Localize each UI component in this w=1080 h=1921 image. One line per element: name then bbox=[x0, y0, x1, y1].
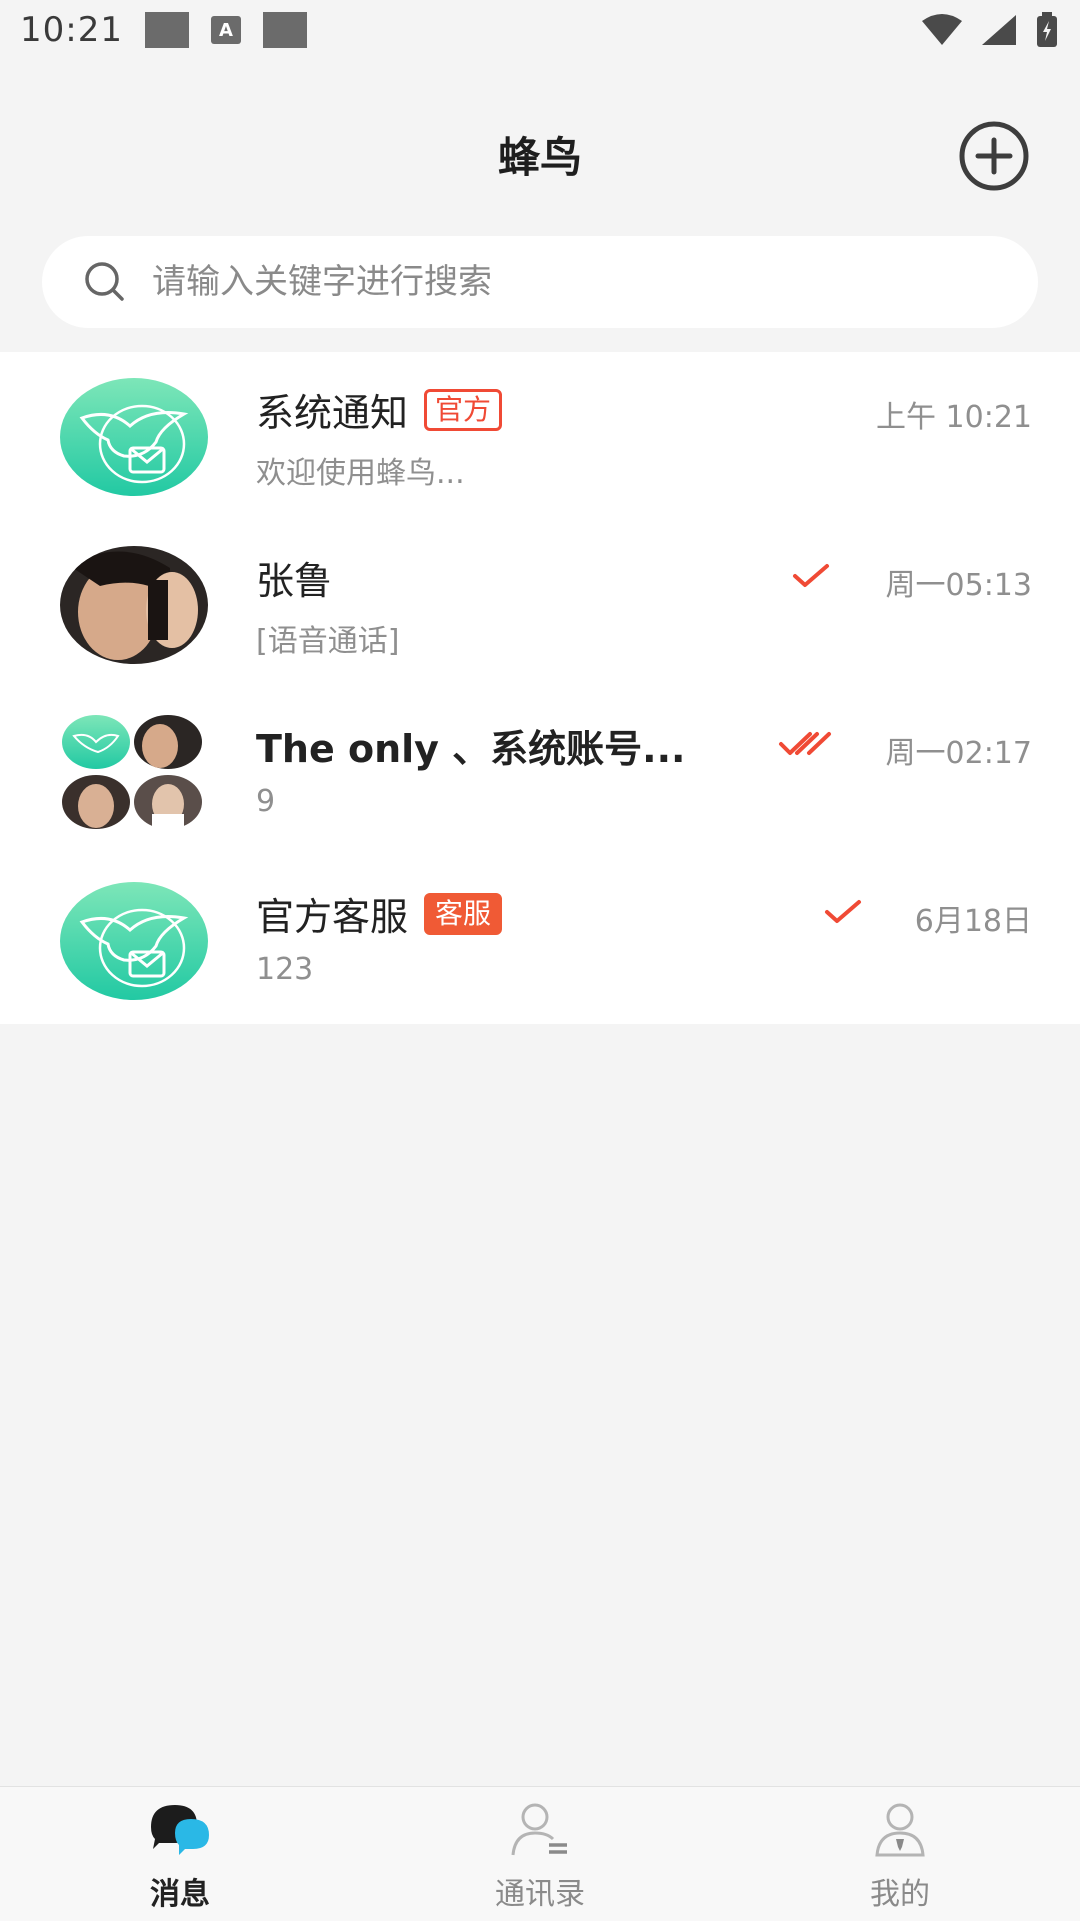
message-preview: 欢迎使用蜂鸟... bbox=[256, 456, 465, 491]
status-bar: 10:21 A bbox=[0, 0, 1080, 60]
conversation-name: 官方客服 bbox=[256, 895, 409, 939]
chat-bubbles-icon bbox=[151, 1805, 209, 1855]
message-time: 6月18日 bbox=[914, 904, 1032, 939]
bird-logo-icon bbox=[60, 882, 208, 1000]
search-input[interactable] bbox=[150, 261, 974, 303]
user-photo-icon bbox=[60, 546, 208, 664]
message-preview: 123 bbox=[256, 952, 314, 987]
message-time: 周一05:13 bbox=[885, 568, 1032, 603]
conversation-name: 系统通知 bbox=[256, 391, 409, 435]
signal-icon bbox=[982, 15, 1016, 45]
sent-check-icon bbox=[825, 900, 861, 923]
tab-label: 消息 bbox=[150, 1877, 210, 1912]
contacts-icon bbox=[511, 1803, 567, 1856]
conversation-list: 系统通知 官方 欢迎使用蜂鸟... 上午 10:21 张鲁 [语音通话] 周一0… bbox=[0, 352, 1080, 1024]
tab-label: 我的 bbox=[870, 1877, 930, 1912]
message-preview: [语音通话] bbox=[256, 624, 400, 659]
avatar bbox=[60, 882, 208, 1000]
notification-a-icon: A bbox=[210, 16, 241, 44]
read-double-check-icon bbox=[779, 732, 831, 755]
conversation-row-customer-service[interactable]: 官方客服 客服 123 6月18日 bbox=[0, 856, 1080, 1024]
conversation-name: The only 、系统账号... bbox=[256, 727, 686, 771]
bottom-tab-bar: 消息 通讯录 我的 bbox=[0, 1786, 1080, 1921]
sent-check-icon bbox=[793, 564, 829, 587]
message-time: 上午 10:21 bbox=[876, 400, 1032, 435]
conversation-row-system-notice[interactable]: 系统通知 官方 欢迎使用蜂鸟... 上午 10:21 bbox=[0, 352, 1080, 520]
service-badge: 客服 bbox=[424, 892, 503, 935]
add-button[interactable] bbox=[958, 120, 1030, 192]
group-avatar bbox=[60, 714, 208, 832]
conversation-name-row: 官方客服 客服 bbox=[256, 886, 503, 941]
bird-logo-icon bbox=[60, 378, 208, 496]
message-time: 周一02:17 bbox=[885, 736, 1032, 771]
tab-messages[interactable]: 消息 bbox=[0, 1787, 360, 1921]
search-icon bbox=[85, 262, 124, 301]
conversation-row-zhanglu[interactable]: 张鲁 [语音通话] 周一05:13 bbox=[0, 520, 1080, 688]
conversation-name-row: 张鲁 bbox=[256, 550, 332, 605]
group-avatar-icon bbox=[62, 715, 202, 830]
notification-icon-2 bbox=[262, 12, 307, 48]
conversation-name: 张鲁 bbox=[256, 559, 333, 603]
notification-icon bbox=[144, 12, 189, 48]
profile-icon bbox=[875, 1803, 925, 1857]
battery-icon bbox=[1037, 12, 1057, 47]
tab-label: 通讯录 bbox=[495, 1877, 585, 1912]
avatar bbox=[60, 378, 208, 496]
plus-circle-icon bbox=[959, 121, 1029, 191]
tab-contacts[interactable]: 通讯录 bbox=[360, 1787, 720, 1921]
conversation-row-group[interactable]: The only 、系统账号... 9 周一02:17 bbox=[0, 688, 1080, 856]
page-title: 蜂鸟 bbox=[497, 133, 582, 182]
official-badge: 官方 bbox=[424, 388, 503, 431]
avatar bbox=[60, 546, 208, 664]
tab-profile[interactable]: 我的 bbox=[720, 1787, 1080, 1921]
search-bar[interactable] bbox=[42, 236, 1038, 328]
wifi-icon bbox=[922, 14, 962, 45]
message-preview: 9 bbox=[256, 784, 276, 819]
conversation-name-row: The only 、系统账号... bbox=[256, 718, 685, 773]
app-header: 蜂鸟 bbox=[0, 60, 1080, 250]
status-time: 10:21 bbox=[20, 10, 123, 50]
conversation-name-row: 系统通知 官方 bbox=[256, 382, 503, 437]
